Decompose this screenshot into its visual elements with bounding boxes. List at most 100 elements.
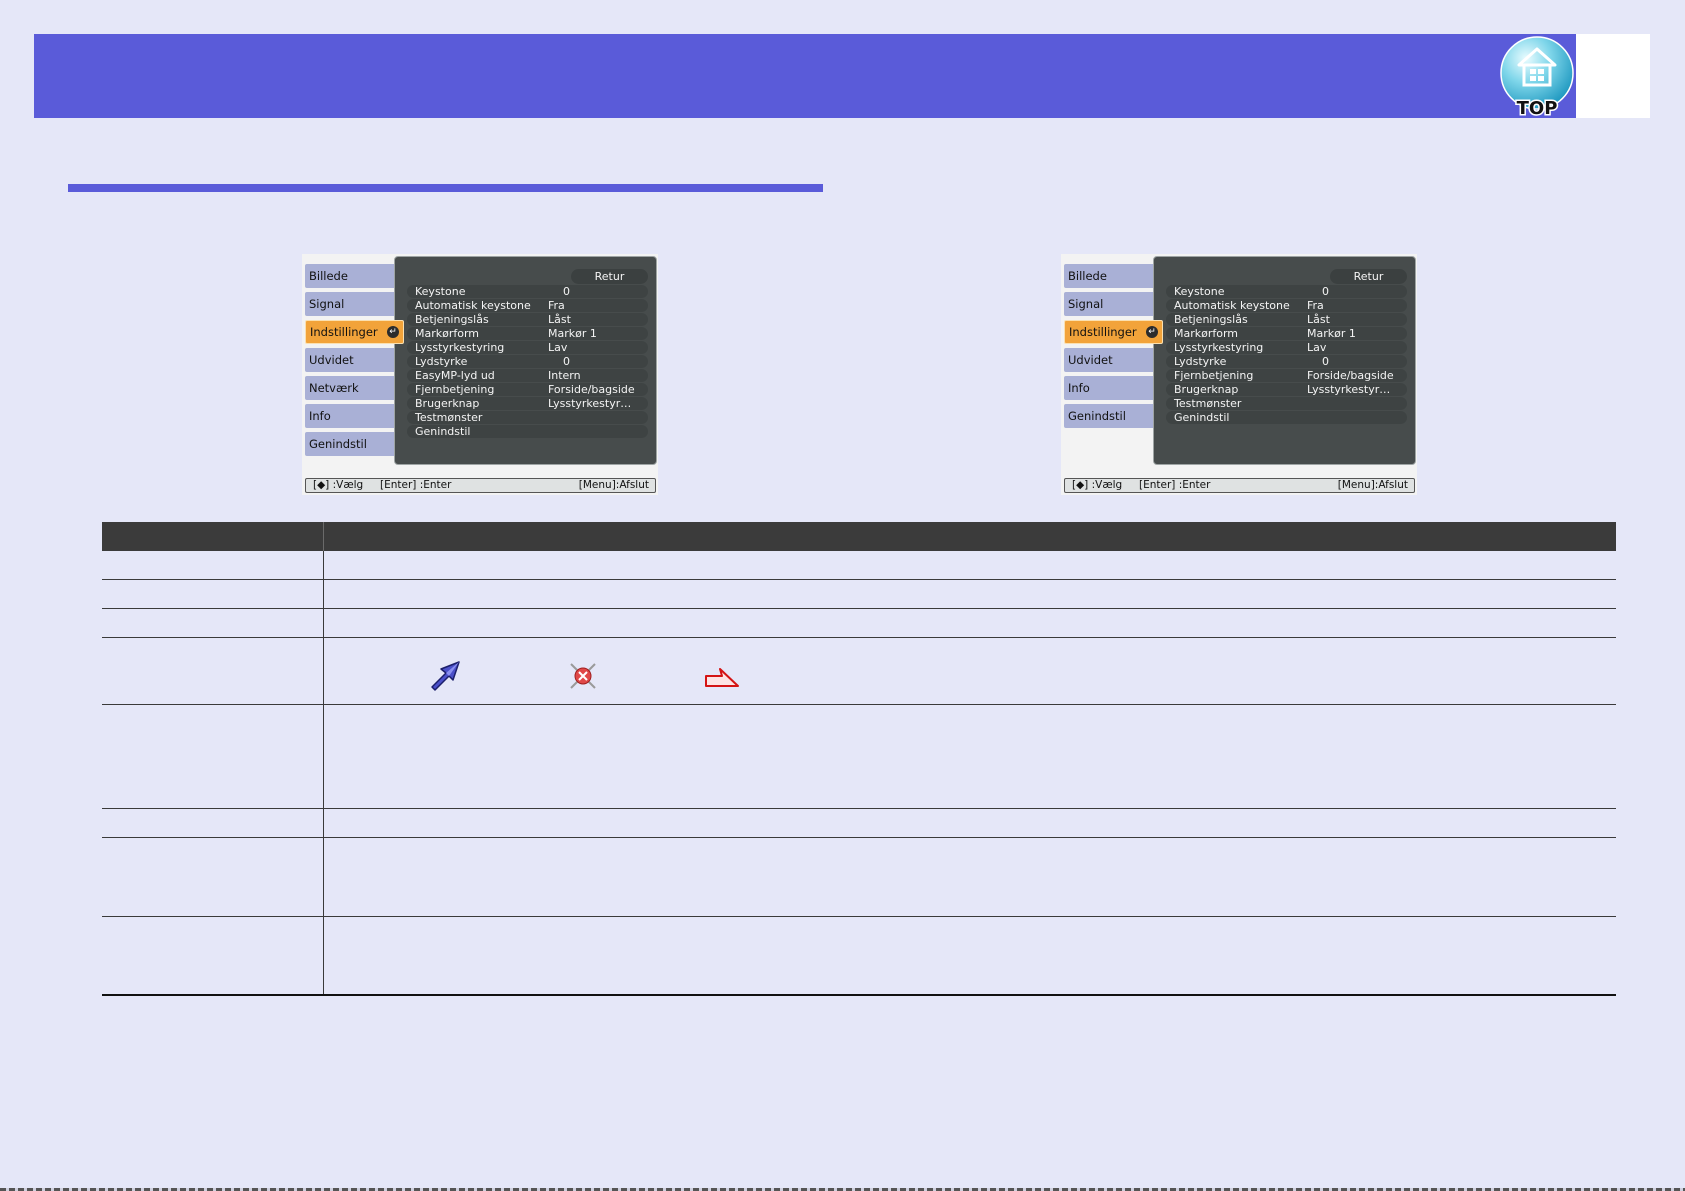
table-cell — [102, 638, 323, 704]
menu-tab-selected[interactable]: Indstillinger ↵ — [305, 320, 404, 344]
pen-arrow-cursor-icon — [431, 661, 460, 691]
table-cell — [102, 917, 323, 994]
table-cell — [102, 705, 323, 808]
menu-help-bar: [◆] :Vælg [Enter] :Enter [Menu]:Afslut — [1064, 478, 1415, 493]
menu-tab-label: Genindstil — [309, 437, 367, 451]
menu-tab-selected[interactable]: Indstillinger ↵ — [1064, 320, 1163, 344]
table-row — [102, 809, 1616, 838]
menu-tab-label: Udvidet — [1068, 353, 1113, 367]
menu-item-value: 0 — [563, 285, 570, 298]
menu-tab[interactable]: Signal — [305, 292, 397, 316]
menu-item[interactable]: Keystone 0 — [407, 285, 648, 298]
menu-panel: Retur Keystone 0 Automatisk keystone Fra Bet… — [394, 256, 657, 465]
menu-tab[interactable]: Netværk — [305, 376, 397, 400]
settings-menu-screenshot-reduced: Billede Signal Indstillinger ↵ Udvidet Info Ge… — [1061, 254, 1417, 495]
menu-item-label: Betjeningslås — [415, 313, 489, 326]
menu-item[interactable]: Betjeningslås Låst — [1166, 313, 1407, 326]
table-cell — [323, 638, 1616, 704]
menu-item-value: 0 — [1322, 285, 1329, 298]
menu-item[interactable]: Markørform Markør 1 — [1166, 327, 1407, 340]
menu-item[interactable]: Betjeningslås Låst — [407, 313, 648, 326]
menu-item-label: Testmønster — [415, 411, 483, 424]
menu-tab[interactable]: Signal — [1064, 292, 1156, 316]
menu-item[interactable]: Keystone 0 — [1166, 285, 1407, 298]
menu-item-value: Markør 1 — [548, 327, 597, 340]
menu-item-value: 0 — [1322, 355, 1329, 368]
table-cell — [102, 609, 323, 637]
settings-table — [102, 522, 1616, 996]
menu-item[interactable]: Brugerknap Lysstyrkestyr… — [407, 397, 648, 410]
menu-tab[interactable]: Udvidet — [305, 348, 397, 372]
menu-item-label: Genindstil — [1174, 411, 1230, 424]
menu-tab[interactable]: Genindstil — [1064, 404, 1156, 428]
menu-tab[interactable]: Billede — [305, 264, 397, 288]
table-cell — [102, 838, 323, 916]
table-cell — [323, 580, 1616, 608]
menu-item-list: Keystone 0 Automatisk keystone Fra Betjening… — [407, 285, 648, 439]
cross-circle-cursor-icon — [570, 663, 596, 689]
menu-item[interactable]: Lydstyrke 0 — [1166, 355, 1407, 368]
menu-item-value: 0 — [563, 355, 570, 368]
menu-item[interactable]: Fjernbetjening Forside/bagside — [407, 383, 648, 396]
page-header-end — [1576, 34, 1650, 118]
menu-tab-label: Indstillinger — [310, 325, 378, 339]
menu-item-label: Lysstyrkestyring — [1174, 341, 1264, 354]
menu-item-value: Forside/bagside — [1307, 369, 1394, 382]
table-cell — [323, 809, 1616, 837]
menu-tab[interactable]: Billede — [1064, 264, 1156, 288]
top-button[interactable]: TOP — [1499, 35, 1575, 119]
return-button[interactable]: Retur — [571, 269, 648, 284]
menu-item[interactable]: Markørform Markør 1 — [407, 327, 648, 340]
menu-item[interactable]: Lysstyrkestyring Lav — [407, 341, 648, 354]
menu-item-label: Fjernbetjening — [415, 383, 495, 396]
menu-item[interactable]: Testmønster — [1166, 397, 1407, 410]
menu-item-value: Låst — [548, 313, 571, 326]
menu-item[interactable]: Automatisk keystone Fra — [1166, 299, 1407, 312]
menu-item-value: Markør 1 — [1307, 327, 1356, 340]
top-button-label: TOP — [1517, 98, 1558, 119]
table-header-cell — [323, 522, 1616, 551]
menu-item-value: Lysstyrkestyr… — [1307, 383, 1391, 396]
menu-help-bar: [◆] :Vælg [Enter] :Enter [Menu]:Afslut — [305, 478, 656, 493]
enter-hint: [Enter] :Enter — [1139, 479, 1211, 491]
table-cell — [102, 551, 323, 579]
menu-item-label: Markørform — [415, 327, 480, 340]
section-heading-rule — [68, 184, 823, 192]
menu-item[interactable]: Lysstyrkestyring Lav — [1166, 341, 1407, 354]
menu-item[interactable]: EasyMP-lyd ud Intern — [407, 369, 648, 382]
menu-tab[interactable]: Udvidet — [1064, 348, 1156, 372]
menu-item-label: Lysstyrkestyring — [415, 341, 505, 354]
menu-item-label: Brugerknap — [1174, 383, 1239, 396]
menu-item-value: Låst — [1307, 313, 1330, 326]
table-cell — [323, 551, 1616, 579]
menu-tab-label: Info — [309, 409, 331, 423]
menu-tab[interactable]: Info — [1064, 376, 1156, 400]
menu-item[interactable]: Genindstil — [1166, 411, 1407, 424]
table-cell — [102, 809, 323, 837]
menu-item-label: Automatisk keystone — [1174, 299, 1290, 312]
table-row — [102, 917, 1616, 996]
menu-item-value: Lav — [1307, 341, 1327, 354]
home-icon: TOP — [1500, 36, 1574, 119]
return-button[interactable]: Retur — [1330, 269, 1407, 284]
menu-item-label: Fjernbetjening — [1174, 369, 1254, 382]
select-hint: [◆] :Vælg — [1072, 479, 1123, 491]
menu-tab[interactable]: Info — [305, 404, 397, 428]
menu-item-label: Lydstyrke — [415, 355, 468, 368]
menu-item[interactable]: Testmønster — [407, 411, 648, 424]
table-row — [102, 838, 1616, 917]
menu-item-label: Brugerknap — [415, 397, 480, 410]
menu-item[interactable]: Genindstil — [407, 425, 648, 438]
pointing-arrow-cursor-icon — [705, 668, 739, 687]
menu-item-label: EasyMP-lyd ud — [415, 369, 495, 382]
menu-item[interactable]: Lydstyrke 0 — [407, 355, 648, 368]
menu-item-label: Automatisk keystone — [415, 299, 531, 312]
menu-item[interactable]: Brugerknap Lysstyrkestyr… — [1166, 383, 1407, 396]
menu-tab[interactable]: Genindstil — [305, 432, 397, 456]
menu-item[interactable]: Fjernbetjening Forside/bagside — [1166, 369, 1407, 382]
menu-item-label: Keystone — [1174, 285, 1225, 298]
menu-item-label: Markørform — [1174, 327, 1239, 340]
menu-item[interactable]: Automatisk keystone Fra — [407, 299, 648, 312]
table-header-cell — [102, 522, 323, 551]
menu-tab-label: Netværk — [309, 381, 359, 395]
